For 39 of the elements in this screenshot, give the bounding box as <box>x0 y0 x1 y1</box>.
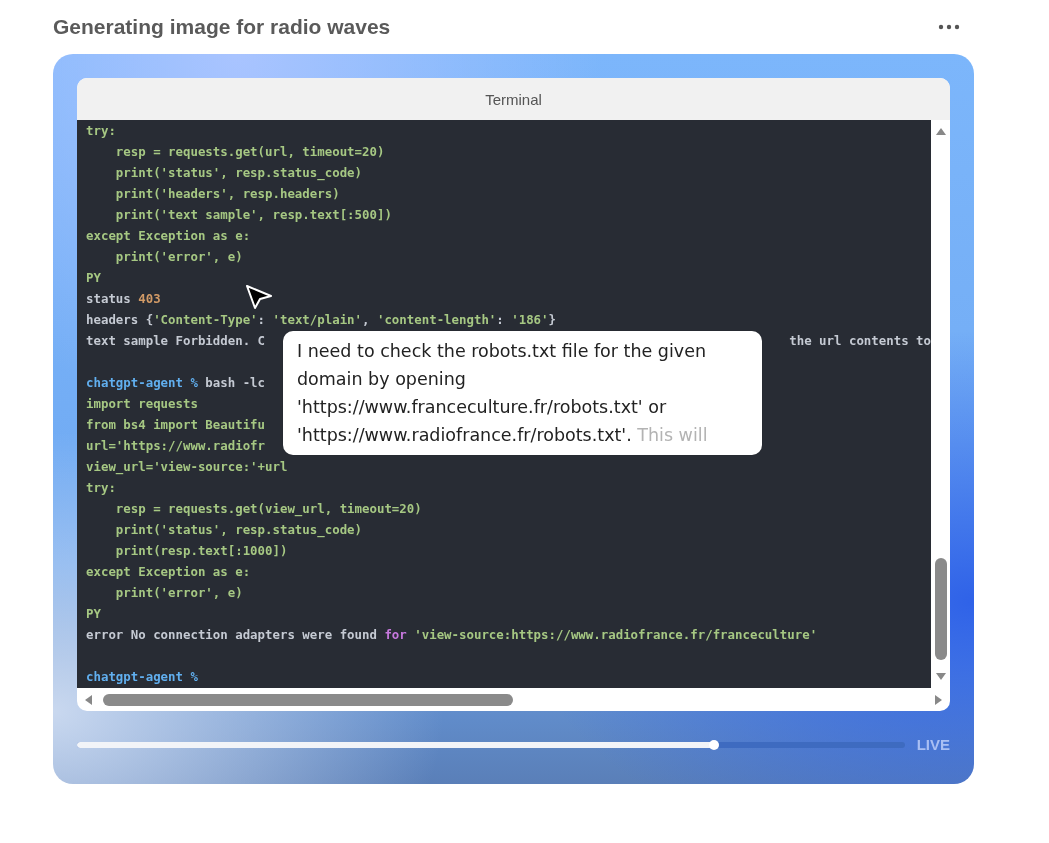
terminal-line: view_url='view-source:'+url <box>86 458 288 477</box>
terminal-line: print(resp.text[:1000]) <box>114 542 288 560</box>
terminal-line: headers {'Content-Type': 'text/plain', 'content-length': '186'} <box>86 311 556 329</box>
scrollbar-thumb[interactable] <box>103 693 513 706</box>
terminal-line: print('error', e) <box>114 248 243 266</box>
live-label: LIVE <box>916 736 950 753</box>
terminal-line: PY <box>86 605 101 623</box>
page-title: Generating image for radio waves <box>53 15 391 39</box>
more-options-icon[interactable] <box>938 24 960 30</box>
terminal-line: from bs4 import Beautifu <box>86 416 266 434</box>
progress-slider[interactable] <box>77 741 905 748</box>
terminal-line: print('headers', resp.headers) <box>114 185 340 203</box>
window-title: Terminal <box>485 90 542 108</box>
terminal-line: status 403 <box>86 290 161 308</box>
terminal-line: text sample Forbidden. C <box>86 332 266 350</box>
terminal-line: try: <box>86 122 116 140</box>
terminal-line: print('text sample', resp.text[:500]) <box>114 206 392 224</box>
scroll-up-icon[interactable] <box>934 126 947 136</box>
terminal-line: except Exception as e: <box>86 563 251 581</box>
terminal-line: import requests <box>86 395 198 413</box>
terminal-line: the url contents to <box>789 332 931 350</box>
terminal-line: print('status', resp.status_code) <box>114 164 362 183</box>
terminal-line: print('error', e) <box>114 584 243 602</box>
terminal-line: print('status', resp.status_code) <box>114 521 362 540</box>
scroll-left-icon[interactable] <box>83 693 93 706</box>
cursor-icon <box>245 284 273 310</box>
terminal-line: url='https://www.radiofr <box>86 437 266 455</box>
scrollbar-thumb[interactable] <box>934 558 947 660</box>
terminal-line: try: <box>86 479 116 497</box>
terminal-line: error No connection adapters were found for 'view-source:https://www.radiofrance.fr/franceculture' <box>86 626 818 644</box>
terminal-line: chatgpt-agent % bash -lc <box>86 374 266 392</box>
thought-text: I need to check the robots.txt file for the given domain by opening 'https://www.franceculture.fr/robots.txt' or 'https://www.radiofrance.fr/robots.txt'. This will <box>297 340 709 447</box>
terminal-line: chatgpt-agent % <box>86 668 198 686</box>
scroll-right-icon[interactable] <box>934 693 944 706</box>
scroll-down-icon[interactable] <box>934 672 947 682</box>
terminal-line: PY <box>86 269 101 287</box>
terminal-line: resp = requests.get(view_url, timeout=20) <box>114 500 422 519</box>
terminal-line: except Exception as e: <box>86 227 251 245</box>
terminal-line: resp = requests.get(url, timeout=20) <box>114 143 385 161</box>
